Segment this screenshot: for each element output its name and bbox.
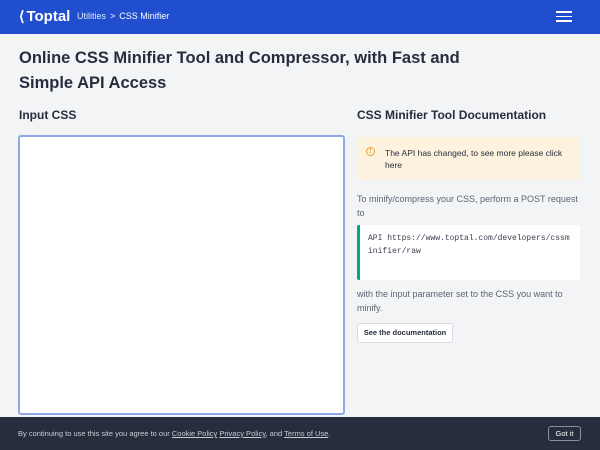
api-outro-text: with the input parameter set to the CSS … — [357, 289, 563, 313]
toptal-logo[interactable]: ⟨ Toptal — [19, 8, 70, 25]
cookie-and: , and — [265, 429, 283, 438]
privacy-policy-link[interactable]: Privacy Policy — [219, 429, 265, 438]
documentation-heading: CSS Minifier Tool Documentation — [357, 108, 547, 122]
input-css-heading: Input CSS — [19, 108, 77, 122]
breadcrumb-css-minifier: CSS Minifier — [119, 11, 170, 21]
cookie-message: By continuing to use this site you agree… — [18, 429, 330, 438]
cookie-suffix: . — [328, 429, 331, 438]
cookie-policy-link[interactable]: Cookie Policy — [172, 429, 217, 438]
api-endpoint-code: API https://www.toptal.com/developers/cs… — [357, 225, 580, 280]
hamburger-menu-icon[interactable] — [556, 11, 572, 22]
cookie-prefix: By continuing to use this site you agree… — [18, 429, 170, 438]
terms-of-use-link[interactable]: Terms of Use — [284, 429, 328, 438]
see-documentation-button[interactable]: See the documentation — [357, 323, 453, 343]
got-it-button[interactable]: Got it — [548, 426, 581, 441]
breadcrumb: Utilities > CSS Minifier — [77, 11, 169, 21]
breadcrumb-separator: > — [110, 11, 116, 21]
warning-icon: ! — [366, 147, 375, 156]
toptal-logo-icon: ⟨ — [19, 8, 25, 24]
api-change-alert[interactable]: ! The API has changed, to see more pleas… — [357, 137, 580, 180]
page-title: Online CSS Minifier Tool and Compressor,… — [19, 49, 460, 92]
css-input-textarea[interactable] — [18, 135, 345, 415]
breadcrumb-utilities[interactable]: Utilities — [77, 11, 106, 21]
api-intro-text: To minify/compress your CSS, perform a P… — [357, 194, 578, 218]
alert-text: The API has changed, to see more please … — [385, 148, 563, 170]
brand-label: Toptal — [26, 8, 71, 25]
top-bar: ⟨ Toptal Utilities > CSS Minifier — [0, 0, 600, 34]
cookie-banner: By continuing to use this site you agree… — [0, 417, 600, 450]
